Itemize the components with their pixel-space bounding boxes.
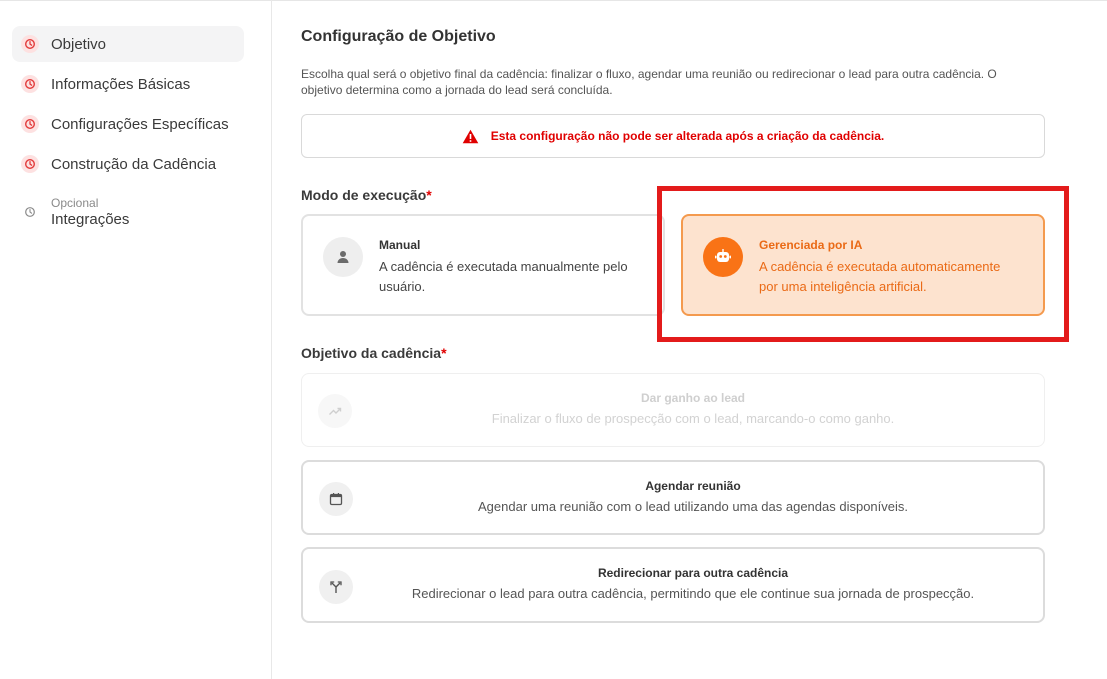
objective-title: Redirecionar para outra cadência bbox=[597, 566, 789, 580]
page-description: Escolha qual será o objetivo final da ca… bbox=[301, 67, 997, 97]
mode-description: A cadência é executada manualmente pelo … bbox=[379, 259, 628, 294]
objective-redirect-cadence-card[interactable]: Redirecionar para outra cadência Redirec… bbox=[301, 547, 1045, 623]
sidebar-item-label: Construção da Cadência bbox=[51, 155, 217, 173]
mode-title: Manual bbox=[379, 238, 421, 252]
objective-title: Dar ganho ao lead bbox=[640, 391, 746, 405]
sidebar-item-construcao-cadencia[interactable]: Construção da Cadência bbox=[12, 146, 244, 182]
sidebar: Objetivo Informações Básicas Configuraçõ… bbox=[0, 0, 272, 679]
execution-mode-label: Modo de execução* bbox=[301, 187, 432, 203]
page-title: Configuração de Objetivo bbox=[301, 28, 496, 45]
warning-text: Esta configuração não pode ser alterada … bbox=[490, 129, 885, 143]
warning-icon bbox=[462, 129, 479, 143]
objective-description: Finalizar o fluxo de prospecção com o le… bbox=[491, 411, 895, 426]
objective-schedule-meeting-card[interactable]: Agendar reunião Agendar uma reunião com … bbox=[301, 460, 1045, 535]
sidebar-item-informacoes-basicas[interactable]: Informações Básicas bbox=[12, 66, 244, 102]
mode-title: Gerenciada por IA bbox=[759, 238, 863, 252]
required-mark: * bbox=[426, 187, 432, 203]
sidebar-item-integracoes[interactable]: Opcional Integrações bbox=[12, 192, 244, 232]
trending-up-icon bbox=[318, 394, 352, 428]
warning-banner: Esta configuração não pode ser alterada … bbox=[301, 114, 1045, 158]
mode-description: A cadência é executada automaticamente p… bbox=[759, 259, 1001, 294]
objective-description: Agendar uma reunião com o lead utilizand… bbox=[478, 499, 908, 514]
required-mark: * bbox=[441, 345, 447, 361]
optional-tag: Opcional bbox=[51, 195, 99, 210]
clock-icon bbox=[21, 75, 39, 93]
clock-icon bbox=[21, 203, 39, 221]
objective-description: Redirecionar o lead para outra cadência,… bbox=[411, 586, 975, 601]
objective-title: Agendar reunião bbox=[645, 479, 741, 493]
sidebar-item-objetivo[interactable]: Objetivo bbox=[12, 26, 244, 62]
robot-icon bbox=[703, 237, 743, 277]
sidebar-item-label: Objetivo bbox=[51, 35, 107, 53]
clock-icon bbox=[21, 155, 39, 173]
sidebar-item-label: Informações Básicas bbox=[51, 75, 191, 93]
objective-win-lead-card: Dar ganho ao lead Finalizar o fluxo de p… bbox=[301, 373, 1045, 447]
clock-icon bbox=[21, 115, 39, 133]
sidebar-item-label: Configurações Específicas bbox=[51, 115, 229, 133]
user-icon bbox=[323, 237, 363, 277]
clock-icon bbox=[21, 35, 39, 53]
mode-manual-card[interactable]: Manual A cadência é executada manualment… bbox=[301, 214, 665, 316]
sidebar-item-label: Integrações bbox=[51, 210, 130, 228]
calendar-icon bbox=[319, 482, 353, 516]
sidebar-item-configuracoes-especificas[interactable]: Configurações Específicas bbox=[12, 106, 244, 142]
mode-ai-card[interactable]: Gerenciada por IA A cadência é executada… bbox=[681, 214, 1045, 316]
split-icon bbox=[319, 570, 353, 604]
objective-label: Objetivo da cadência* bbox=[301, 345, 447, 361]
